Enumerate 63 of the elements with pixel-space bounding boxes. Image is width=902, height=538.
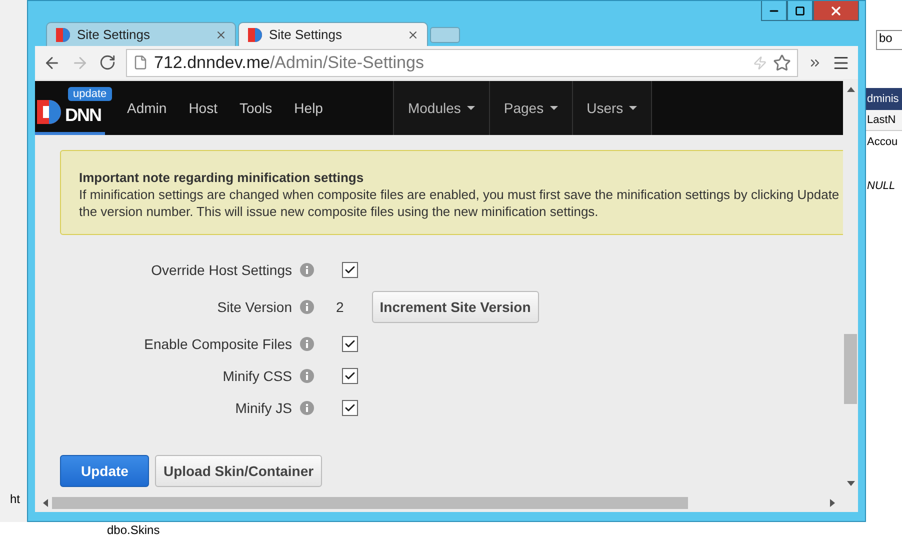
info-icon[interactable]	[300, 263, 314, 277]
column-header: LastN	[866, 110, 902, 131]
checkbox[interactable]	[342, 400, 358, 416]
setting-label: Minify JS	[234, 400, 292, 416]
logo-text: DNN	[65, 105, 101, 126]
caret-icon	[550, 106, 558, 110]
address-bar[interactable]: 712.dnndev.me/Admin/Site-Settings	[126, 48, 798, 76]
check-icon	[344, 338, 356, 350]
info-icon[interactable]	[300, 401, 314, 415]
version-value: 2	[336, 299, 344, 315]
check-icon	[344, 402, 356, 414]
tab-title: Site Settings	[77, 27, 151, 42]
url-text: 712.dnndev.me/Admin/Site-Settings	[154, 52, 425, 72]
nav-link[interactable]: Host	[188, 100, 218, 116]
lightning-icon	[753, 56, 767, 70]
close-button[interactable]	[813, 1, 859, 21]
checkbox[interactable]	[342, 336, 358, 352]
panel-header: dminis	[866, 88, 902, 110]
tree-item[interactable]: dbo.Skins	[107, 523, 160, 537]
tab-title: Site Settings	[269, 27, 343, 42]
setting-label: Site Version	[216, 299, 292, 315]
update-badge[interactable]: update	[68, 87, 112, 101]
note-text: the version number. This will issue new composite files using the new minification settings.	[79, 203, 600, 220]
checkbox[interactable]	[342, 262, 358, 278]
note-text: If minification settings are changed when composite files are enabled, you must first save the minification settings by clicking Update	[79, 186, 840, 203]
note-title: Important note regarding minification settings	[79, 169, 365, 186]
maximize-icon	[795, 6, 805, 16]
caret-icon	[629, 106, 638, 110]
info-icon[interactable]	[300, 337, 314, 351]
nav-menu[interactable]: Pages	[488, 81, 572, 135]
nav-link[interactable]: Tools	[239, 100, 272, 116]
close-icon[interactable]	[407, 28, 419, 40]
check-icon	[344, 370, 356, 382]
setting-label: Enable Composite Files	[143, 336, 292, 352]
info-icon[interactable]	[300, 300, 314, 314]
checkbox[interactable]	[342, 368, 358, 384]
browser-tab[interactable]: Site Settings	[46, 22, 236, 46]
status-text: ht	[10, 492, 20, 506]
favicon-icon	[55, 26, 71, 42]
table-cell-text: NULL	[866, 179, 896, 194]
info-icon[interactable]	[300, 369, 314, 383]
table-cell-text: Accou	[866, 135, 899, 150]
setting-label: Override Host Settings	[150, 262, 292, 278]
caret-icon	[466, 106, 475, 110]
check-icon	[344, 264, 356, 276]
reload-icon[interactable]	[99, 54, 116, 71]
browser-tab[interactable]: Site Settings	[238, 22, 428, 46]
favicon-icon	[247, 26, 263, 42]
close-icon[interactable]	[215, 28, 227, 40]
nav-menu[interactable]: Modules	[392, 81, 489, 135]
star-icon[interactable]	[773, 54, 791, 72]
nav-link[interactable]: Admin	[127, 100, 167, 116]
upload-button[interactable]: Upload Skin/Container	[155, 455, 322, 487]
maximize-button[interactable]	[787, 1, 813, 21]
close-icon	[829, 4, 843, 18]
logo-icon	[35, 98, 63, 126]
page-icon	[133, 55, 148, 70]
update-button[interactable]: Update	[60, 455, 150, 487]
search-field[interactable]: bo	[876, 30, 902, 50]
setting-label: Minify CSS	[222, 368, 292, 384]
increment-button[interactable]: Increment Site Version	[372, 291, 539, 323]
nav-link[interactable]: Help	[294, 100, 323, 116]
nav-menu[interactable]: Users	[572, 81, 652, 135]
